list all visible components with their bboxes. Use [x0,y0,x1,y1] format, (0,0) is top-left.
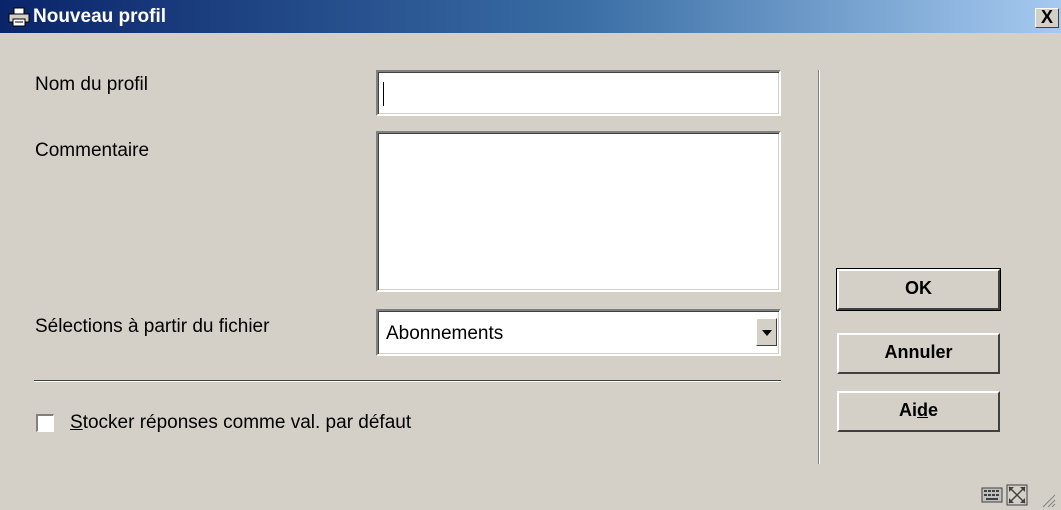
printer-icon [8,7,30,27]
profile-name-input[interactable] [376,70,781,116]
help-label-mnemonic: d [916,400,928,420]
vertical-divider [818,70,820,464]
store-defaults-mnemonic: S [70,412,83,433]
keyboard-icon[interactable] [981,485,1003,505]
chevron-down-icon [762,330,772,336]
selection-dropdown[interactable]: Abonnements [376,309,781,356]
comment-textarea[interactable] [376,131,781,292]
comment-label: Commentaire [35,140,150,161]
selection-value: Abonnements [386,323,504,344]
resize-icon[interactable] [1006,484,1028,506]
dialog-window: Nouveau profil X Nom du profil Commentai… [0,0,1061,510]
store-defaults-label[interactable]: Stocker réponses comme val. par défaut [70,412,411,434]
horizontal-divider [34,380,781,382]
help-label-post: e [927,400,938,420]
dropdown-button[interactable] [756,318,777,346]
ok-button[interactable]: OK [836,268,1001,311]
text-caret [383,82,384,106]
help-label-pre: Ai [898,400,917,420]
window-title: Nouveau profil [33,6,167,27]
store-defaults-checkbox[interactable] [36,414,54,432]
close-button[interactable]: X [1035,8,1059,28]
profile-name-label: Nom du profil [35,74,148,95]
help-button[interactable]: Aide [837,391,1000,432]
store-defaults-text: tocker réponses comme val. par défaut [82,412,412,433]
title-bar: Nouveau profil X [0,0,1061,33]
grip-icon[interactable] [1040,492,1056,508]
selection-label: Sélections à partir du fichier [35,316,270,337]
cancel-button[interactable]: Annuler [837,333,1000,374]
close-icon: X [1040,7,1053,27]
